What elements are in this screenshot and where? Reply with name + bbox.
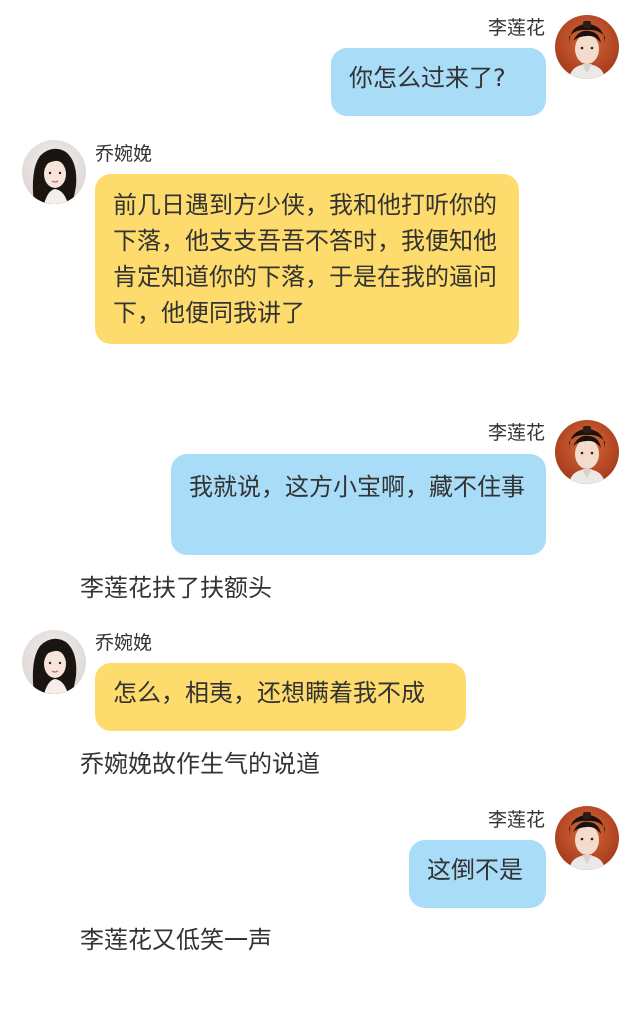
man-portrait-avatar-icon[interactable] [555,420,619,484]
man-portrait-avatar-icon[interactable] [555,806,619,870]
sender-name: 李莲花 [487,17,545,39]
sender-name: 乔婉娩 [95,632,153,654]
sender-name: 李莲花 [487,809,545,831]
woman-portrait-avatar-icon[interactable] [22,630,86,694]
woman-portrait-avatar-icon[interactable] [22,140,86,204]
chat-bubble-left: 前几日遇到方少侠，我和他打听你的下落，他支支吾吾不答时，我便知他肯定知道你的下落… [95,174,519,344]
chat-bubble-left: 怎么，相夷，还想瞒着我不成 [95,663,466,731]
narration-text: 李莲花又低笑一声 [80,926,272,954]
sender-name: 乔婉娩 [95,143,153,165]
chat-bubble-right: 我就说，这方小宝啊，藏不住事 [171,454,546,555]
narration-text: 李莲花扶了扶额头 [80,574,272,602]
chat-bubble-right: 这倒不是 [409,840,546,908]
narration-text: 乔婉娩故作生气的说道 [80,750,320,778]
chat-bubble-right: 你怎么过来了? [331,48,546,116]
sender-name: 李莲花 [487,422,545,444]
man-portrait-avatar-icon[interactable] [555,15,619,79]
